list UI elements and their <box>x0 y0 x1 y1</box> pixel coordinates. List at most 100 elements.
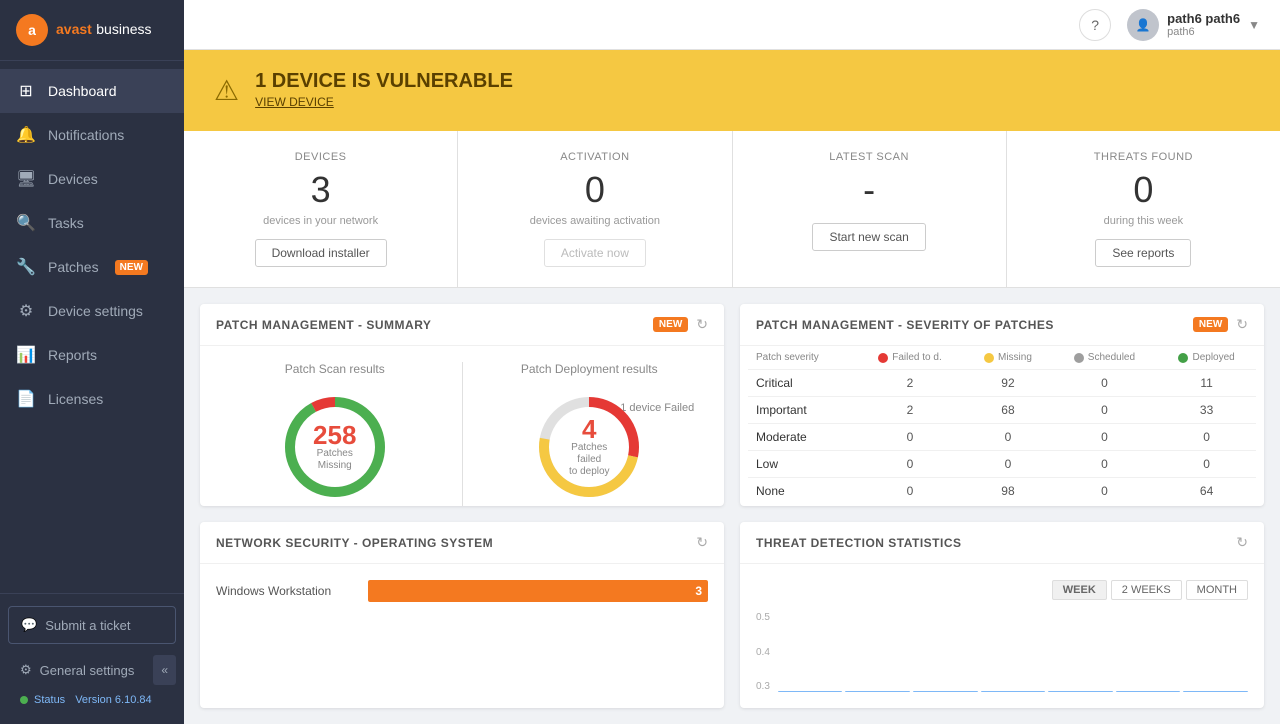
sidebar-item-label: Licenses <box>48 391 103 407</box>
reports-icon: 📊 <box>16 345 36 365</box>
sidebar-item-reports[interactable]: 📊 Reports <box>0 333 184 377</box>
sidebar-item-licenses[interactable]: 📄 Licenses <box>0 377 184 421</box>
status-link[interactable]: Status <box>34 694 65 706</box>
devices-icon: 🖥 <box>16 169 36 189</box>
dashboard-icon: ⊞ <box>16 81 36 101</box>
stats-row: DEVICES 3 devices in your network Downlo… <box>184 131 1280 288</box>
help-button[interactable]: ? <box>1079 9 1111 41</box>
start-new-scan-button[interactable]: Start new scan <box>812 223 925 251</box>
sidebar-logo: a avast business <box>0 0 184 61</box>
patch-severity-panel: PATCH MANAGEMENT - SEVERITY OF PATCHES N… <box>740 304 1264 506</box>
os-bar-value: 3 <box>695 584 702 598</box>
see-reports-button[interactable]: See reports <box>1095 239 1191 267</box>
stat-latest-scan: LATEST SCAN - Start new scan <box>733 131 1007 287</box>
col-scheduled: Scheduled <box>1052 346 1158 370</box>
sidebar-item-label: Patches <box>48 259 99 275</box>
sidebar-item-label: Reports <box>48 347 97 363</box>
table-row: Critical 2 92 0 11 <box>748 370 1256 397</box>
threat-detection-title: THREAT DETECTION STATISTICS <box>756 536 962 550</box>
patch-severity-refresh-icon[interactable]: ↻ <box>1236 316 1248 333</box>
col-failed: Failed to d. <box>856 346 965 370</box>
table-row: Moderate 0 0 0 0 <box>748 424 1256 451</box>
user-info: 👤 path6 path6 path6 ▼ <box>1127 9 1260 41</box>
stat-activation: ACTIVATION 0 devices awaiting activation… <box>458 131 732 287</box>
chart-bar <box>1183 612 1248 692</box>
user-sub: path6 <box>1167 26 1240 38</box>
threat-tab-week[interactable]: WEEK <box>1052 580 1107 600</box>
failed-legend-dot <box>878 353 888 363</box>
sidebar: a avast business ⊞ Dashboard 🔔 Notificat… <box>0 0 184 724</box>
user-avatar: 👤 <box>1127 9 1159 41</box>
patch-summary-badge: NEW <box>653 317 688 332</box>
patch-severity-header: PATCH MANAGEMENT - SEVERITY OF PATCHES N… <box>740 304 1264 346</box>
version-text: Version 6.10.84 <box>75 694 151 706</box>
dashboard-content: PATCH MANAGEMENT - SUMMARY NEW ↻ Patch S… <box>184 288 1280 724</box>
network-security-body: Windows Workstation 3 <box>200 564 724 626</box>
sidebar-item-label: Dashboard <box>48 83 117 99</box>
download-installer-button[interactable]: Download installer <box>255 239 387 267</box>
sidebar-item-dashboard[interactable]: ⊞ Dashboard <box>0 69 184 113</box>
sidebar-item-label: Devices <box>48 171 98 187</box>
os-name: Windows Workstation <box>216 584 356 598</box>
avast-logo-icon: a <box>16 14 48 46</box>
threat-detection-body: WEEK 2 WEEKS MONTH 0.5 0.4 0.3 <box>740 564 1264 708</box>
os-bar-row: Windows Workstation 3 <box>216 580 708 602</box>
chart-bar <box>778 612 843 692</box>
patch-deploy-section: Patch Deployment results 1 device Failed <box>471 362 709 506</box>
patches-new-badge: NEW <box>115 260 148 275</box>
table-row: None 0 98 0 64 <box>748 478 1256 505</box>
warning-icon: ⚠ <box>214 74 239 107</box>
patches-icon: 🔧 <box>16 257 36 277</box>
table-row: Important 2 68 0 33 <box>748 397 1256 424</box>
collapse-sidebar-button[interactable]: « <box>153 655 176 685</box>
col-severity: Patch severity <box>748 346 856 370</box>
col-deployed: Deployed <box>1157 346 1256 370</box>
threat-tab-month[interactable]: MONTH <box>1186 580 1248 600</box>
chart-bar <box>845 612 910 692</box>
severity-table: Patch severity Failed to d. <box>748 346 1256 504</box>
threat-detection-header: THREAT DETECTION STATISTICS ↻ <box>740 522 1264 564</box>
sidebar-item-tasks[interactable]: 🔍 Tasks <box>0 201 184 245</box>
sidebar-item-patches[interactable]: 🔧 Patches NEW <box>0 245 184 289</box>
col-missing: Missing <box>964 346 1051 370</box>
status-row: Status Version 6.10.84 <box>8 688 176 712</box>
deploy-donut-chart: 4 Patches failed to deploy <box>534 392 644 502</box>
patch-severity-badge: NEW <box>1193 317 1228 332</box>
threat-tabs: WEEK 2 WEEKS MONTH <box>756 580 1248 600</box>
network-security-header: NETWORK SECURITY - OPERATING SYSTEM ↻ <box>200 522 724 564</box>
sidebar-item-devices[interactable]: 🖥 Devices <box>0 157 184 201</box>
tasks-icon: 🔍 <box>16 213 36 233</box>
patch-summary-title: PATCH MANAGEMENT - SUMMARY <box>216 318 431 332</box>
threat-tab-2weeks[interactable]: 2 WEEKS <box>1111 580 1182 600</box>
deployed-legend-dot <box>1178 353 1188 363</box>
logo-text: avast business <box>56 21 152 39</box>
alert-view-device-link[interactable]: VIEW DEVICE <box>255 95 334 109</box>
user-dropdown-arrow[interactable]: ▼ <box>1248 18 1260 32</box>
scan-donut-chart: 258 Patches Missing <box>280 392 390 502</box>
status-dot <box>20 696 28 704</box>
panel-divider <box>462 362 463 506</box>
network-security-title: NETWORK SECURITY - OPERATING SYSTEM <box>216 536 493 550</box>
submit-ticket-button[interactable]: 💬 Submit a ticket <box>8 606 176 644</box>
sidebar-bottom: 💬 Submit a ticket ⚙ General settings « S… <box>0 593 184 724</box>
alert-banner: ⚠ 1 DEVICE IS VULNERABLE VIEW DEVICE <box>184 50 1280 131</box>
chart-y-labels: 0.5 0.4 0.3 <box>756 612 774 692</box>
sidebar-item-notifications[interactable]: 🔔 Notifications <box>0 113 184 157</box>
sidebar-item-label: Tasks <box>48 215 84 231</box>
general-settings-button[interactable]: ⚙ General settings <box>8 652 153 688</box>
chart-bar <box>1116 612 1181 692</box>
patch-summary-body: Patch Scan results 258 <box>200 346 724 506</box>
chart-bars <box>778 612 1248 692</box>
stat-devices: DEVICES 3 devices in your network Downlo… <box>184 131 458 287</box>
licenses-icon: 📄 <box>16 389 36 409</box>
ticket-icon: 💬 <box>21 617 37 633</box>
activate-now-button[interactable]: Activate now <box>544 239 646 267</box>
threat-detection-refresh-icon[interactable]: ↻ <box>1236 534 1248 551</box>
network-security-refresh-icon[interactable]: ↻ <box>696 534 708 551</box>
network-security-panel: NETWORK SECURITY - OPERATING SYSTEM ↻ Wi… <box>200 522 724 708</box>
sidebar-item-device-settings[interactable]: ⚙ Device settings <box>0 289 184 333</box>
stat-threats: THREATS FOUND 0 during this week See rep… <box>1007 131 1280 287</box>
patch-summary-refresh-icon[interactable]: ↻ <box>696 316 708 333</box>
chart-bar <box>1048 612 1113 692</box>
device-settings-icon: ⚙ <box>16 301 36 321</box>
